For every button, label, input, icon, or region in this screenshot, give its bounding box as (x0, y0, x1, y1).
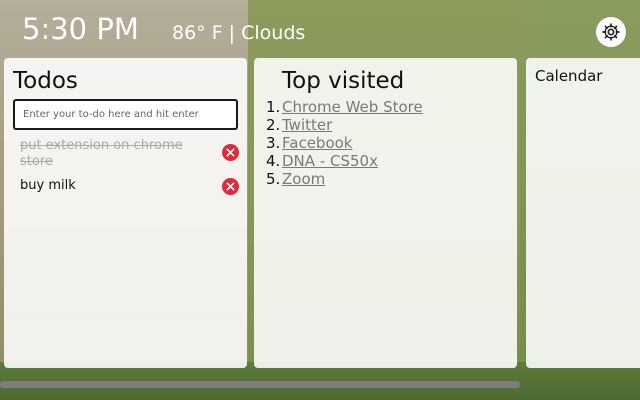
todos-panel: Todos put extension on chrome store buy … (4, 58, 247, 368)
close-icon (226, 148, 235, 157)
todos-title: Todos (13, 68, 78, 94)
list-item: 3. Facebook (266, 134, 353, 152)
site-link[interactable]: Facebook (282, 134, 352, 152)
calendar-panel: Calendar (526, 58, 640, 368)
settings-button[interactable] (596, 17, 626, 47)
horizontal-scrollbar[interactable] (0, 381, 520, 388)
list-item: 1. Chrome Web Store (266, 98, 423, 116)
list-item: 4. DNA - CS50x (266, 152, 378, 170)
close-icon (226, 182, 235, 191)
todo-text[interactable]: buy milk (20, 178, 210, 194)
delete-todo-button[interactable] (222, 144, 239, 161)
site-link[interactable]: Twitter (282, 116, 332, 134)
site-link[interactable]: Zoom (282, 170, 325, 188)
weather-readout: 86° F | Clouds (172, 22, 306, 44)
list-item: 5. Zoom (266, 170, 326, 188)
top-visited-title: Top visited (282, 68, 405, 94)
todo-input[interactable] (13, 99, 238, 130)
top-bar: 5:30 PM 86° F | Clouds (0, 0, 640, 58)
calendar-title: Calendar (535, 67, 603, 85)
delete-todo-button[interactable] (222, 178, 239, 195)
site-link[interactable]: DNA - CS50x (282, 152, 378, 170)
clock: 5:30 PM (22, 12, 139, 46)
list-item: 2. Twitter (266, 116, 333, 134)
todo-text[interactable]: put extension on chrome store (20, 138, 210, 170)
gear-icon (602, 23, 620, 41)
site-link[interactable]: Chrome Web Store (282, 98, 423, 116)
top-visited-list: 1. Chrome Web Store 2. Twitter 3. Facebook … (266, 98, 423, 188)
top-visited-panel: Top visited 1. Chrome Web Store 2. Twitter… (254, 58, 517, 368)
